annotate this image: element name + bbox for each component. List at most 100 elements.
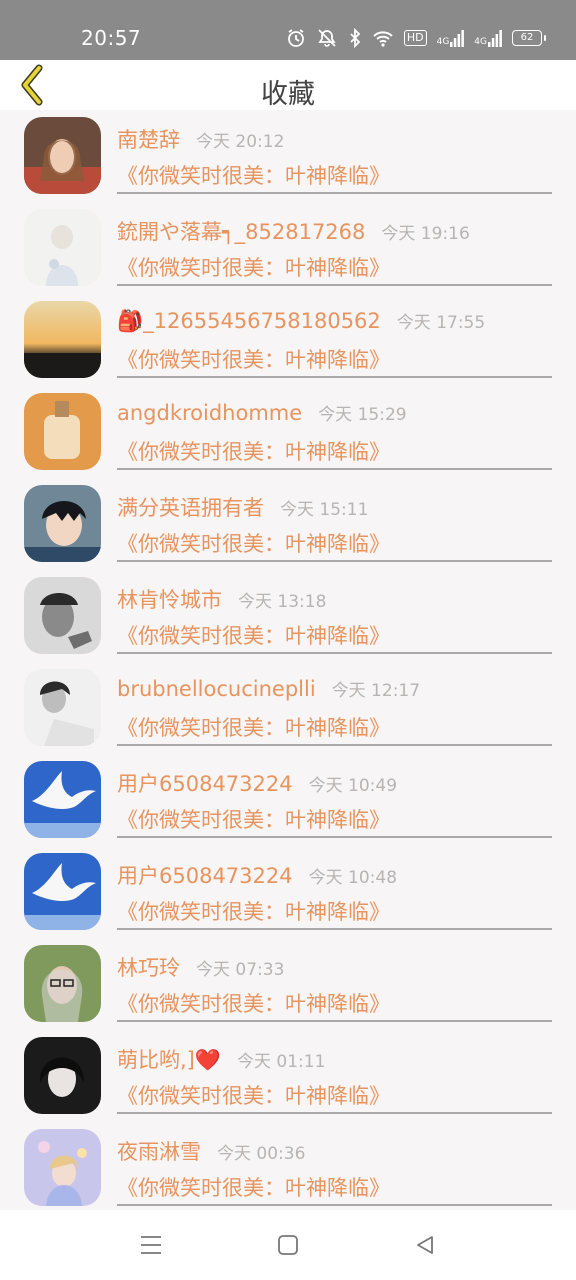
home-square-icon xyxy=(278,1235,298,1255)
favorites-list: 南楚辞 今天 20:12 《你微笑时很美：叶神降临》 銃開や落幕┑_852817268… xyxy=(0,110,576,1210)
list-item[interactable]: 林巧玲 今天 07:33 《你微笑时很美：叶神降临》 xyxy=(0,938,576,1030)
signal-icon: 4G xyxy=(437,29,465,47)
avatar[interactable] xyxy=(24,209,101,286)
item-meta: 满分英语拥有者 今天 15:11 xyxy=(117,492,556,522)
timestamp: 今天 15:29 xyxy=(318,405,407,425)
status-bar: 20:57 HD 4G 4G 62 xyxy=(0,0,576,60)
book-title[interactable]: 《你微笑时很美：叶神降临》 xyxy=(117,252,390,282)
book-title[interactable]: 《你微笑时很美：叶神降临》 xyxy=(117,160,390,190)
divider xyxy=(117,560,552,562)
avatar[interactable] xyxy=(24,669,101,746)
avatar[interactable] xyxy=(24,945,101,1022)
item-meta: 萌比哟,]❤️ 今天 01:11 xyxy=(117,1044,556,1074)
item-meta: 夜雨淋雪 今天 00:36 xyxy=(117,1136,556,1166)
page-title: 收藏 xyxy=(261,79,315,110)
avatar[interactable] xyxy=(24,853,101,930)
wifi-icon xyxy=(372,29,394,47)
item-meta: brubnellocucineplli 今天 12:17 xyxy=(117,676,556,701)
divider xyxy=(117,744,552,746)
battery-icon: 62 xyxy=(512,30,546,46)
divider xyxy=(117,928,552,930)
network-label: 4G xyxy=(474,37,487,47)
item-meta: 林巧玲 今天 07:33 xyxy=(117,952,556,982)
timestamp: 今天 17:55 xyxy=(396,313,486,333)
divider xyxy=(117,1112,552,1114)
book-title[interactable]: 《你微笑时很美：叶神降临》 xyxy=(117,1080,390,1110)
app-header: 收藏 xyxy=(0,60,576,110)
timestamp: 今天 07:33 xyxy=(196,960,285,980)
avatar[interactable] xyxy=(24,761,101,838)
avatar[interactable] xyxy=(24,117,101,194)
list-item[interactable]: 🎒_12655456758180562 今天 17:55 《你微笑时很美：叶神降临》 xyxy=(0,294,576,386)
username[interactable]: 萌比哟,]❤️ xyxy=(117,1044,221,1074)
network-label: 4G xyxy=(436,37,450,47)
username[interactable]: 🎒_12655456758180562 xyxy=(117,309,381,334)
list-item[interactable]: 林肯怜城市 今天 13:18 《你微笑时很美：叶神降临》 xyxy=(0,570,576,662)
home-button[interactable] xyxy=(271,1228,305,1262)
timestamp: 今天 12:17 xyxy=(331,681,421,701)
book-title[interactable]: 《你微笑时很美：叶神降临》 xyxy=(117,712,390,742)
divider xyxy=(117,652,552,654)
divider xyxy=(117,836,552,838)
timestamp: 今天 15:11 xyxy=(280,500,369,520)
mute-icon xyxy=(316,28,338,48)
divider xyxy=(117,468,552,470)
list-item[interactable]: 满分英语拥有者 今天 15:11 《你微笑时很美：叶神降临》 xyxy=(0,478,576,570)
book-title[interactable]: 《你微笑时很美：叶神降临》 xyxy=(117,804,390,834)
list-item[interactable]: 銃開や落幕┑_852817268 今天 19:16 《你微笑时很美：叶神降临》 xyxy=(0,202,576,294)
timestamp: 今天 10:48 xyxy=(308,868,398,888)
username[interactable]: 用户6508473224 xyxy=(117,860,293,890)
back-triangle-icon xyxy=(417,1236,433,1254)
avatar[interactable] xyxy=(24,393,101,470)
navigation-bar xyxy=(0,1210,576,1280)
item-meta: 南楚辞 今天 20:12 xyxy=(117,124,556,154)
item-meta: 🎒_12655456758180562 今天 17:55 xyxy=(117,308,556,334)
item-meta: 用户6508473224 今天 10:49 xyxy=(117,768,556,798)
username[interactable]: 用户6508473224 xyxy=(117,768,293,798)
list-item[interactable]: brubnellocucineplli 今天 12:17 《你微笑时很美：叶神降临》 xyxy=(0,662,576,754)
divider xyxy=(117,1204,552,1206)
book-title[interactable]: 《你微笑时很美：叶神降临》 xyxy=(117,896,390,926)
hd-icon: HD xyxy=(403,30,427,46)
list-item[interactable]: 用户6508473224 今天 10:48 《你微笑时很美：叶神降临》 xyxy=(0,846,576,938)
divider xyxy=(117,1020,552,1022)
item-meta: 林肯怜城市 今天 13:18 xyxy=(117,584,556,614)
book-title[interactable]: 《你微笑时很美：叶神降临》 xyxy=(117,344,390,374)
timestamp: 今天 13:18 xyxy=(238,592,327,612)
timestamp: 今天 01:11 xyxy=(237,1052,326,1072)
timestamp: 今天 20:12 xyxy=(196,132,285,152)
avatar[interactable] xyxy=(24,301,101,378)
avatar[interactable] xyxy=(24,485,101,562)
avatar[interactable] xyxy=(24,577,101,654)
list-item[interactable]: 南楚辞 今天 20:12 《你微笑时很美：叶神降临》 xyxy=(0,110,576,202)
signal-icon: 4G xyxy=(474,29,502,47)
book-title[interactable]: 《你微笑时很美：叶神降临》 xyxy=(117,436,390,466)
avatar[interactable] xyxy=(24,1037,101,1114)
username[interactable]: 銃開や落幕┑_852817268 xyxy=(117,216,365,246)
bluetooth-icon xyxy=(348,28,362,48)
divider xyxy=(117,376,552,378)
back-nav-button[interactable] xyxy=(408,1228,442,1262)
divider xyxy=(117,192,552,194)
username[interactable]: 满分英语拥有者 xyxy=(117,492,264,522)
item-meta: 銃開や落幕┑_852817268 今天 19:16 xyxy=(117,216,556,246)
list-item[interactable]: 萌比哟,]❤️ 今天 01:11 《你微笑时很美：叶神降临》 xyxy=(0,1030,576,1122)
username[interactable]: 林肯怜城市 xyxy=(117,584,222,614)
username[interactable]: 夜雨淋雪 xyxy=(117,1136,201,1166)
list-item[interactable]: 夜雨淋雪 今天 00:36 《你微笑时很美：叶神降临》 xyxy=(0,1122,576,1210)
username[interactable]: 林巧玲 xyxy=(117,952,180,982)
book-title[interactable]: 《你微笑时很美：叶神降临》 xyxy=(117,528,390,558)
menu-icon xyxy=(141,1236,161,1254)
username[interactable]: 南楚辞 xyxy=(117,124,180,154)
status-time: 20:57 xyxy=(81,26,142,50)
book-title[interactable]: 《你微笑时很美：叶神降临》 xyxy=(117,988,390,1018)
username[interactable]: angdkroidhomme xyxy=(117,401,302,425)
menu-button[interactable] xyxy=(134,1228,168,1262)
list-item[interactable]: 用户6508473224 今天 10:49 《你微笑时很美：叶神降临》 xyxy=(0,754,576,846)
book-title[interactable]: 《你微笑时很美：叶神降临》 xyxy=(117,620,390,650)
avatar[interactable] xyxy=(24,1129,101,1206)
username[interactable]: brubnellocucineplli xyxy=(117,677,316,701)
list-item[interactable]: angdkroidhomme 今天 15:29 《你微笑时很美：叶神降临》 xyxy=(0,386,576,478)
book-title[interactable]: 《你微笑时很美：叶神降临》 xyxy=(117,1172,390,1202)
timestamp: 今天 00:36 xyxy=(217,1144,306,1164)
